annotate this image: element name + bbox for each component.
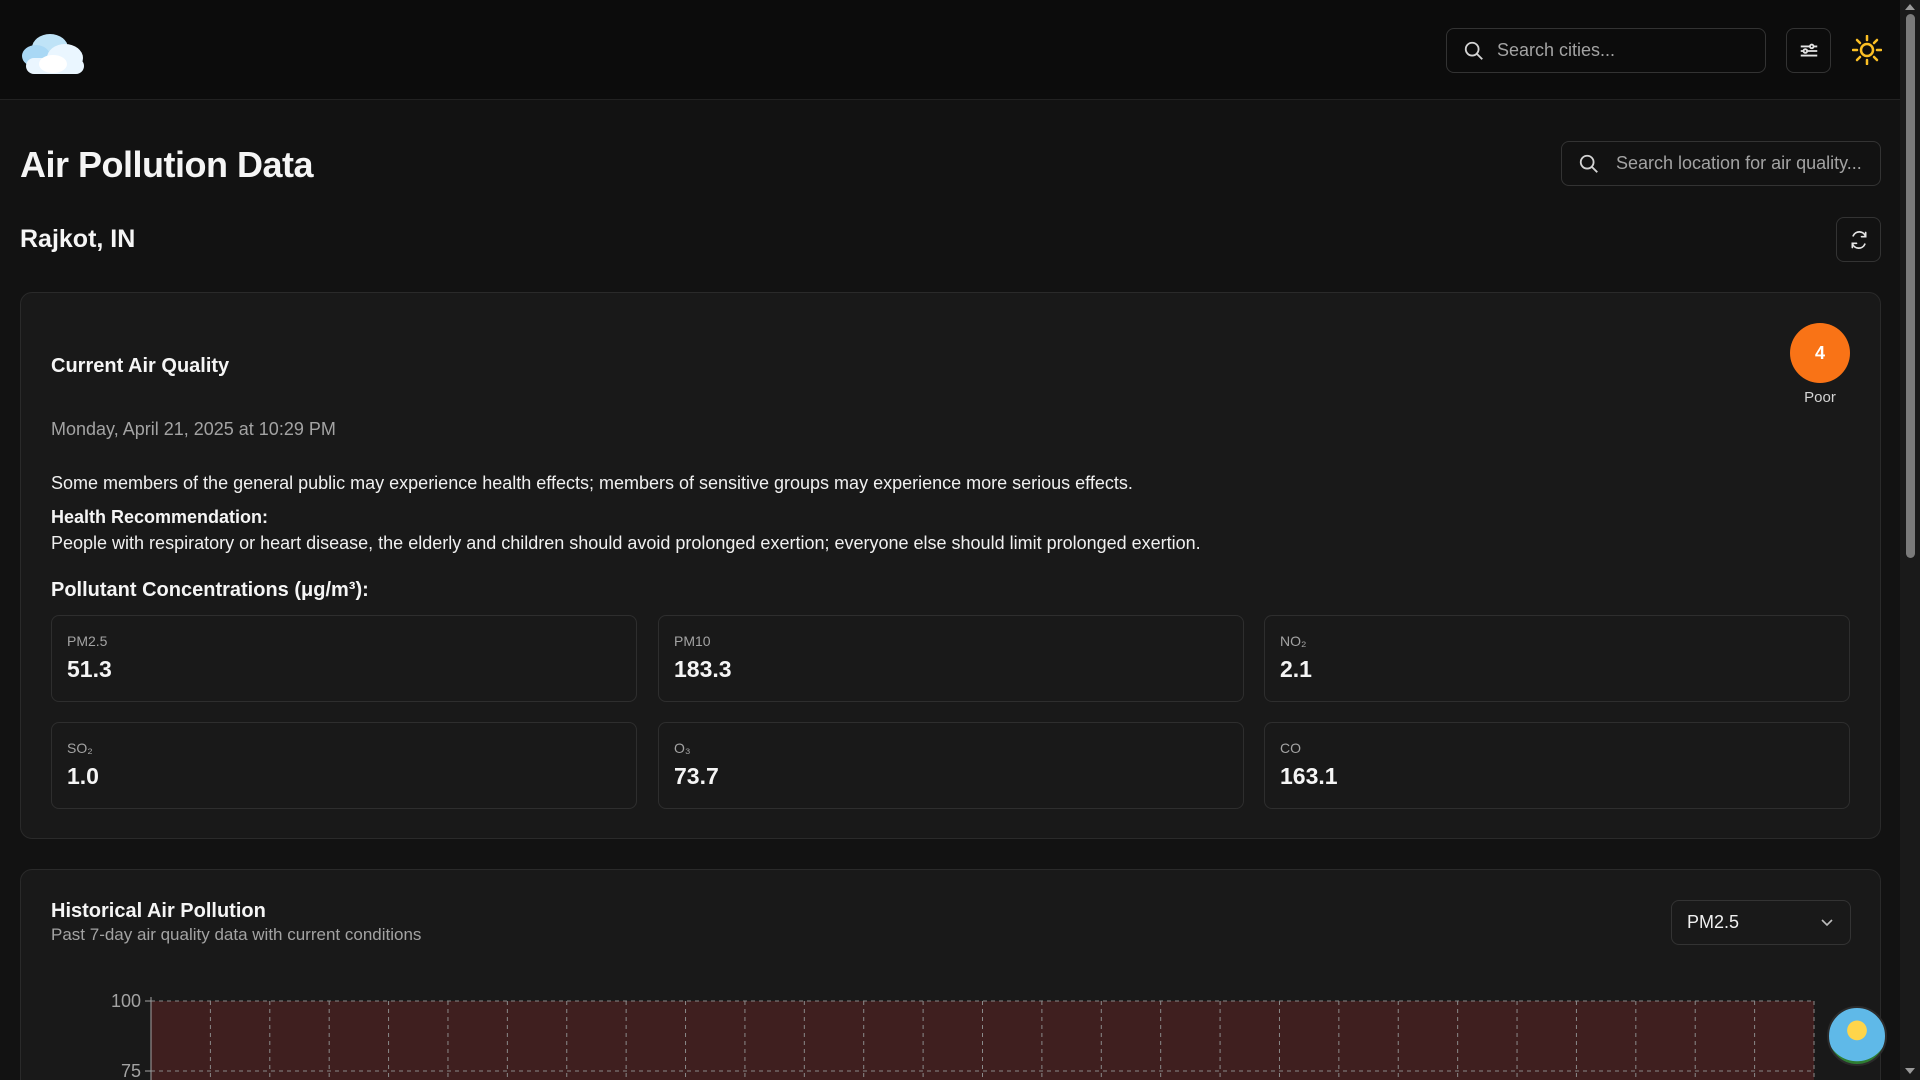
pollutant-value: 73.7	[674, 763, 719, 789]
pollutant-value: 163.1	[1280, 763, 1338, 789]
pollutant-value: 51.3	[67, 656, 112, 682]
scroll-up-arrow-icon[interactable]	[1905, 4, 1915, 10]
pollutant-card-o3: O₃ 73.7	[658, 722, 1244, 809]
city-search-input[interactable]	[1497, 40, 1765, 61]
city-search-box[interactable]	[1446, 28, 1766, 73]
y-axis-tick-label: 75	[121, 1061, 141, 1080]
pollutant-card-pm25: PM2.5 51.3	[51, 615, 637, 702]
air-quality-search-box[interactable]	[1561, 141, 1881, 186]
settings-sliders-button[interactable]	[1786, 28, 1831, 73]
pollutant-name: PM10	[674, 633, 711, 649]
aqi-label: Poor	[1804, 389, 1836, 406]
scroll-down-arrow-icon[interactable]	[1905, 1068, 1915, 1074]
page-title: Air Pollution Data	[20, 144, 314, 185]
health-recommendation-text: People with respiratory or heart disease…	[51, 533, 1201, 553]
pollutant-name: PM2.5	[67, 633, 108, 649]
y-axis-tick-label: 100	[111, 991, 141, 1011]
theme-toggle-button[interactable]	[1850, 30, 1884, 70]
pollutant-value: 2.1	[1280, 656, 1312, 682]
health-recommendation-title: Health Recommendation:	[51, 507, 269, 527]
refresh-icon	[1851, 230, 1866, 249]
pollutant-value: 1.0	[67, 763, 99, 789]
location-name: Rajkot, IN	[20, 225, 136, 253]
historical-air-pollution-card: Historical Air Pollution Past 7-day air …	[20, 869, 1881, 1080]
pollutant-name: NO₂	[1280, 633, 1307, 649]
pollutant-concentrations-title: Pollutant Concentrations (μg/m³):	[51, 579, 369, 601]
weather-cloud-logo-icon[interactable]	[20, 20, 90, 80]
search-icon	[1579, 154, 1598, 173]
current-air-quality-card: Current Air Quality Monday, April 21, 20…	[20, 292, 1881, 839]
air-quality-search-input[interactable]	[1616, 153, 1880, 174]
health-effects-text: Some members of the general public may e…	[51, 473, 1133, 493]
scrollbar-thumb[interactable]	[1906, 14, 1915, 558]
sliders-icon	[1800, 43, 1817, 56]
aqi-badge: 4	[1790, 323, 1850, 383]
sun-icon	[1852, 35, 1882, 65]
pollutant-card-no2: NO₂ 2.1	[1264, 615, 1850, 702]
historical-chart: 100 75	[111, 991, 1815, 1080]
current-air-quality-title: Current Air Quality	[51, 355, 230, 377]
beach-avatar-button[interactable]	[1827, 1006, 1887, 1066]
pollutant-card-pm10: PM10 183.3	[658, 615, 1244, 702]
top-bar	[0, 0, 1900, 100]
pollutant-name: O₃	[674, 740, 691, 756]
refresh-button[interactable]	[1836, 217, 1881, 262]
pollutant-name: CO	[1280, 740, 1301, 756]
current-date: Monday, April 21, 2025 at 10:29 PM	[51, 419, 336, 439]
page-scrollbar[interactable]	[1900, 0, 1920, 1080]
pollutant-card-so2: SO₂ 1.0	[51, 722, 637, 809]
pollutant-name: SO₂	[67, 740, 93, 756]
pollutant-card-co: CO 163.1	[1264, 722, 1850, 809]
search-icon	[1464, 41, 1483, 60]
pollutant-value: 183.3	[674, 656, 732, 682]
